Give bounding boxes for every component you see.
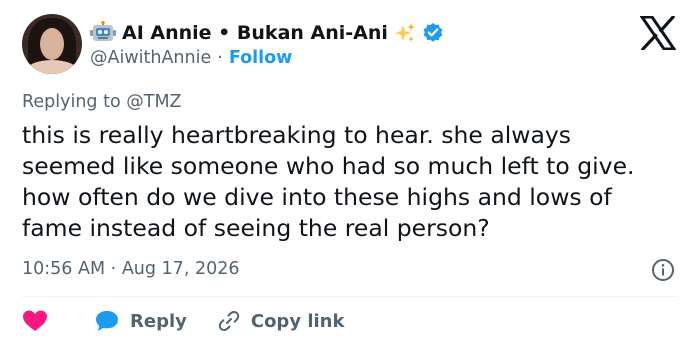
author-handle-row: @AiwithAnnie · Follow [90, 48, 292, 68]
copy-link-button[interactable]: Copy link [217, 309, 345, 333]
replying-mention[interactable]: @TMZ [126, 92, 181, 112]
author-handle[interactable]: @AiwithAnnie [90, 48, 211, 68]
link-icon [218, 311, 240, 331]
reply-label[interactable]: Reply [130, 311, 187, 332]
info-icon[interactable] [651, 258, 675, 282]
handle-separator: · [217, 48, 223, 68]
tweet-timestamp[interactable]: 10:56 AM · Aug 17, 2026 [22, 259, 239, 279]
tweet-text: this is really heartbreaking to hear. sh… [22, 121, 635, 242]
heart-icon [23, 310, 47, 331]
reply-bubble-icon [96, 311, 118, 331]
tweet-actions: Reply Copy link [22, 306, 344, 336]
author-avatar[interactable] [22, 14, 82, 74]
follow-button[interactable]: Follow [229, 48, 292, 68]
author-name-row[interactable]: AI Annie • Bukan Ani-Ani [90, 20, 444, 46]
like-button[interactable] [22, 309, 48, 333]
actions-divider [22, 296, 678, 297]
x-logo-icon[interactable] [640, 16, 676, 50]
tweet-time[interactable]: 10:56 AM [22, 259, 105, 279]
timestamp-separator: · [110, 259, 117, 279]
reply-button[interactable]: Reply [94, 309, 187, 333]
robot-icon [90, 21, 116, 41]
avatar-face [40, 28, 64, 60]
replying-prefix: Replying to [22, 92, 121, 112]
verified-badge-icon [423, 23, 443, 42]
replying-to: Replying to @TMZ [22, 92, 182, 112]
copy-link-label[interactable]: Copy link [251, 311, 345, 332]
tweet-date[interactable]: Aug 17, 2026 [122, 259, 240, 279]
sparkle-icon [394, 23, 415, 42]
author-display-name[interactable]: AI Annie • Bukan Ani-Ani [122, 22, 388, 44]
